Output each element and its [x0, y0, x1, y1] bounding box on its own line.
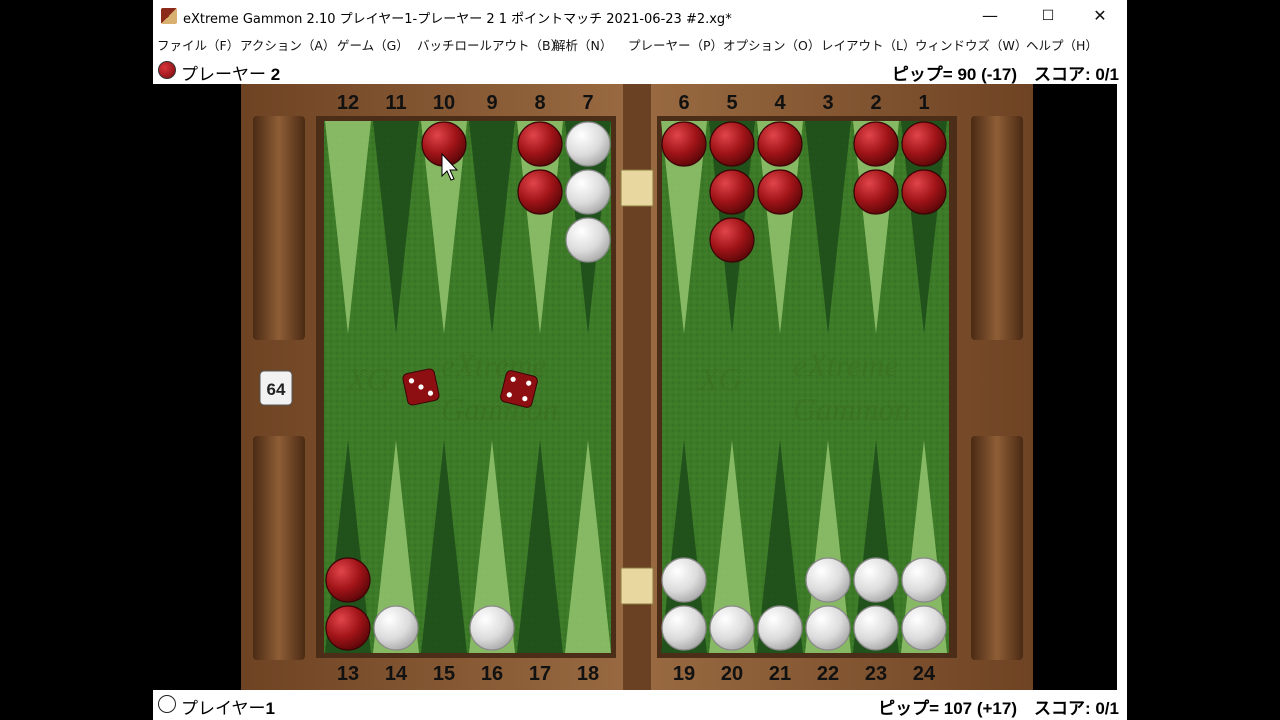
- point-label: 18: [577, 663, 599, 685]
- left-tray-top: [253, 116, 305, 340]
- white-checker[interactable]: [805, 605, 851, 651]
- point-label: 4: [774, 92, 786, 114]
- top-player-score: スコア: 0/1: [1033, 65, 1119, 84]
- white-checker[interactable]: [853, 605, 899, 651]
- menu-batch-rollout[interactable]: バッチロールアウト（B）: [417, 35, 563, 54]
- point-label: 17: [529, 663, 551, 685]
- menu-help[interactable]: ヘルプ（H）: [1026, 35, 1098, 54]
- point-label: 3: [822, 92, 833, 114]
- menu-player[interactable]: プレーヤー（P）: [628, 35, 723, 54]
- white-checker[interactable]: [709, 605, 755, 651]
- die[interactable]: [402, 368, 440, 406]
- point-label: 19: [673, 663, 695, 685]
- white-checker[interactable]: [565, 217, 611, 263]
- white-checker[interactable]: [901, 557, 947, 603]
- red-checker[interactable]: [709, 217, 755, 263]
- red-checker[interactable]: [853, 169, 899, 215]
- point-label: 5: [726, 92, 737, 114]
- red-checker[interactable]: [517, 121, 563, 167]
- point-label: 15: [433, 663, 455, 685]
- point-label: 24: [913, 663, 936, 685]
- window-title: eXtreme Gammon 2.10 プレイヤー1-プレーヤー 2 1 ポイン…: [183, 12, 732, 27]
- white-checker[interactable]: [373, 605, 419, 651]
- bottom-player-pips: ピップ= 107 (+17): [878, 699, 1017, 718]
- point-label: 6: [678, 92, 689, 114]
- bottom-player-name: プレイヤー1: [181, 699, 275, 718]
- point-label: 20: [721, 663, 743, 685]
- red-checker[interactable]: [757, 169, 803, 215]
- red-checker[interactable]: [325, 557, 371, 603]
- die[interactable]: [500, 370, 539, 409]
- watermark-word1-right: eXtreme: [793, 347, 898, 383]
- red-checker[interactable]: [709, 169, 755, 215]
- red-checker[interactable]: [517, 169, 563, 215]
- white-checker-icon: [158, 695, 176, 713]
- white-checker[interactable]: [757, 605, 803, 651]
- red-checker[interactable]: [853, 121, 899, 167]
- white-checker[interactable]: [565, 169, 611, 215]
- backgammon-board[interactable]: XG eXtreme Gammon XG eXtreme Gammon 64 1…: [153, 84, 1117, 690]
- red-checker-icon: [158, 61, 176, 79]
- close-button[interactable]: ✕: [1077, 0, 1123, 32]
- hinge-bottom: [620, 567, 654, 605]
- top-player-name: プレーヤー 2: [181, 65, 281, 84]
- top-player-pips: ピップ= 90 (-17): [891, 65, 1017, 84]
- menu-game[interactable]: ゲーム（G）: [337, 35, 409, 54]
- point-label: 10: [433, 92, 455, 114]
- point-label: 13: [337, 663, 359, 685]
- app-icon: [161, 8, 177, 24]
- point-label: 8: [534, 92, 545, 114]
- point-label: 14: [385, 663, 408, 685]
- watermark-logo-right: XG: [697, 361, 742, 397]
- point-label: 22: [817, 663, 839, 685]
- red-checker[interactable]: [901, 121, 947, 167]
- point-label: 16: [481, 663, 503, 685]
- menu-file[interactable]: ファイル（F）: [157, 35, 239, 54]
- bottom-player-score: スコア: 0/1: [1033, 699, 1119, 718]
- point-label: 7: [582, 92, 593, 114]
- white-checker[interactable]: [469, 605, 515, 651]
- white-checker[interactable]: [661, 557, 707, 603]
- watermark-word2-right: Gammon: [793, 391, 910, 427]
- point-label: 21: [769, 663, 791, 685]
- menu-layout[interactable]: レイアウト（L）: [821, 35, 915, 54]
- left-tray-bottom: [253, 436, 305, 660]
- red-checker[interactable]: [325, 605, 371, 651]
- minimize-button[interactable]: —: [967, 0, 1013, 32]
- title-bar: eXtreme Gammon 2.10 プレイヤー1-プレーヤー 2 1 ポイン…: [153, 0, 1127, 32]
- red-checker[interactable]: [901, 169, 947, 215]
- point-label: 11: [385, 92, 406, 114]
- menu-analysis[interactable]: 解析（N）: [553, 35, 612, 54]
- white-checker[interactable]: [661, 605, 707, 651]
- watermark-logo-left: XG: [345, 361, 390, 397]
- backgammon-board-area: XG eXtreme Gammon XG eXtreme Gammon 64 1…: [153, 84, 1117, 690]
- point-label: 2: [870, 92, 881, 114]
- maximize-button[interactable]: ☐: [1025, 0, 1071, 32]
- point-label: 12: [337, 92, 359, 114]
- red-checker[interactable]: [709, 121, 755, 167]
- point-label: 1: [918, 92, 929, 114]
- white-checker[interactable]: [805, 557, 851, 603]
- die-face: [500, 370, 538, 408]
- red-checker[interactable]: [757, 121, 803, 167]
- menu-options[interactable]: オプション（O）: [723, 35, 820, 54]
- right-tray-top: [971, 116, 1023, 340]
- white-checker[interactable]: [565, 121, 611, 167]
- menu-windows[interactable]: ウィンドウズ（W）: [915, 35, 1027, 54]
- right-tray-bottom: [971, 436, 1023, 660]
- menu-bar: ファイル（F） アクション（A） ゲーム（G） バッチロールアウト（B） 解析（…: [153, 32, 1127, 54]
- menu-action[interactable]: アクション（A）: [240, 35, 335, 54]
- red-checker[interactable]: [661, 121, 707, 167]
- white-checker[interactable]: [901, 605, 947, 651]
- watermark-word2-left: Gammon: [441, 391, 558, 427]
- top-player-status: プレーヤー 2 ピップ= 90 (-17) スコア: 0/1: [153, 56, 1127, 84]
- hinge-top: [620, 169, 654, 207]
- bottom-player-status: プレイヤー1 ピップ= 107 (+17) スコア: 0/1: [153, 690, 1127, 718]
- point-label: 23: [865, 663, 887, 685]
- app-window: eXtreme Gammon 2.10 プレイヤー1-プレーヤー 2 1 ポイン…: [153, 0, 1127, 720]
- point-label: 9: [486, 92, 497, 114]
- white-checker[interactable]: [853, 557, 899, 603]
- doubling-cube-value: 64: [267, 380, 286, 399]
